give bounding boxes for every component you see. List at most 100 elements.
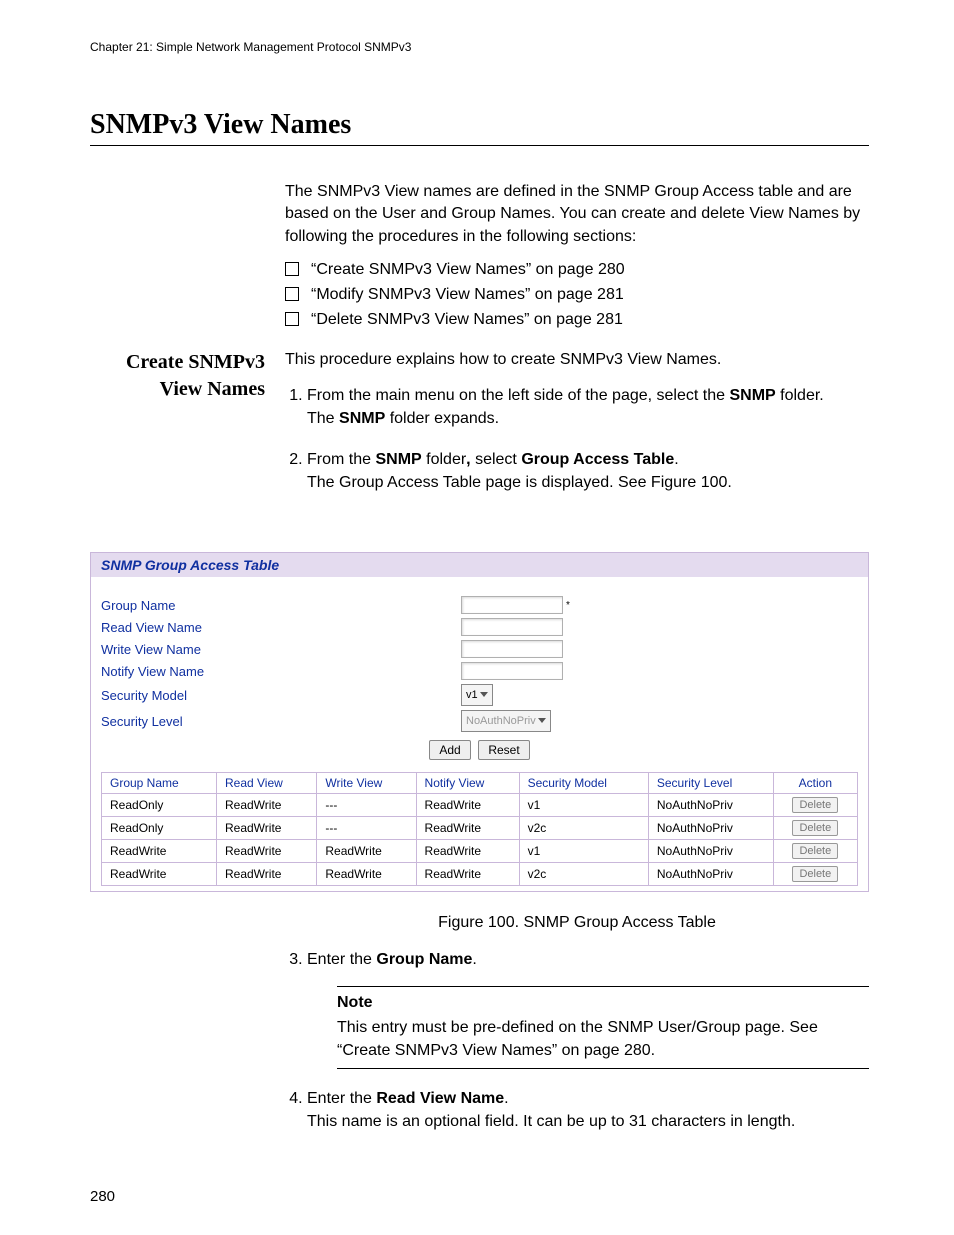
col-security-model: Security Model — [519, 773, 648, 794]
cross-ref-item: “Delete SNMPv3 View Names” on page 281 — [285, 310, 869, 329]
cross-ref-text: “Modify SNMPv3 View Names” on page 281 — [311, 286, 624, 304]
table-cell: ReadWrite — [416, 863, 519, 886]
page-number: 280 — [90, 1188, 115, 1205]
input-group-name[interactable] — [461, 596, 563, 614]
table-cell: ReadWrite — [317, 863, 416, 886]
step-text: folder expands. — [385, 410, 499, 427]
table-cell-action: Delete — [773, 863, 857, 886]
table-cell: --- — [317, 794, 416, 817]
step-text: The — [307, 410, 339, 427]
subsection-intro: This procedure explains how to create SN… — [285, 349, 869, 371]
section-title: SNMPv3 View Names — [90, 109, 869, 141]
intro-paragraph: The SNMPv3 View names are defined in the… — [285, 181, 869, 248]
delete-button[interactable]: Delete — [792, 820, 838, 836]
group-access-table: Group Name Read View Write View Notify V… — [101, 772, 858, 886]
table-cell: NoAuthNoPriv — [648, 863, 773, 886]
table-cell: NoAuthNoPriv — [648, 817, 773, 840]
input-notify-view[interactable] — [461, 662, 563, 680]
table-cell: --- — [317, 817, 416, 840]
table-cell: ReadWrite — [416, 794, 519, 817]
note-rule-bottom — [337, 1068, 869, 1069]
table-cell: ReadOnly — [102, 817, 217, 840]
table-cell: v2c — [519, 863, 648, 886]
input-write-view[interactable] — [461, 640, 563, 658]
table-cell: ReadWrite — [102, 863, 217, 886]
procedure-steps-cont: Enter the Group Name. Note This entry mu… — [285, 948, 869, 1133]
delete-button[interactable]: Delete — [792, 866, 838, 882]
col-write-view: Write View — [317, 773, 416, 794]
table-cell: v1 — [519, 794, 648, 817]
note-rule-top — [337, 986, 869, 987]
table-cell: ReadWrite — [216, 817, 316, 840]
cross-ref-list: “Create SNMPv3 View Names” on page 280 “… — [285, 260, 869, 329]
label-write-view: Write View Name — [101, 642, 461, 657]
table-cell: ReadWrite — [216, 794, 316, 817]
cross-ref-text: “Create SNMPv3 View Names” on page 280 — [311, 261, 625, 279]
col-read-view: Read View — [216, 773, 316, 794]
bold-text: SNMP — [729, 387, 775, 404]
note-text: This entry must be pre-defined on the SN… — [337, 1016, 869, 1062]
table-cell: v1 — [519, 840, 648, 863]
step-text: From the — [307, 451, 375, 468]
step-text: . — [504, 1090, 508, 1107]
step-1: From the main menu on the left side of t… — [307, 384, 869, 430]
table-cell: ReadWrite — [416, 840, 519, 863]
table-row: ReadOnlyReadWrite---ReadWritev2cNoAuthNo… — [102, 817, 858, 840]
table-row: ReadOnlyReadWrite---ReadWritev1NoAuthNoP… — [102, 794, 858, 817]
table-cell-action: Delete — [773, 840, 857, 863]
step-text: folder — [422, 451, 466, 468]
cross-ref-item: “Modify SNMPv3 View Names” on page 281 — [285, 285, 869, 304]
step-text: . — [674, 451, 678, 468]
chapter-header: Chapter 21: Simple Network Management Pr… — [90, 40, 869, 54]
step-text: This name is an optional field. It can b… — [307, 1113, 795, 1130]
table-cell: ReadWrite — [102, 840, 217, 863]
square-bullet-icon — [285, 312, 299, 326]
bold-text: Read View Name — [376, 1090, 504, 1107]
label-group-name: Group Name — [101, 598, 461, 613]
label-security-model: Security Model — [101, 688, 461, 703]
step-3: Enter the Group Name. Note This entry mu… — [307, 948, 869, 1069]
figure-caption: Figure 100. SNMP Group Access Table — [285, 914, 869, 932]
table-cell: ReadWrite — [216, 840, 316, 863]
table-cell: ReadOnly — [102, 794, 217, 817]
bold-text: SNMP — [375, 451, 421, 468]
figure-snmp-group-access-table: SNMP Group Access Table Group Name * Rea… — [90, 552, 869, 892]
table-row: ReadWriteReadWriteReadWriteReadWritev1No… — [102, 840, 858, 863]
label-read-view: Read View Name — [101, 620, 461, 635]
input-read-view[interactable] — [461, 618, 563, 636]
square-bullet-icon — [285, 262, 299, 276]
table-cell: ReadWrite — [216, 863, 316, 886]
col-action: Action — [773, 773, 857, 794]
step-text: From the main menu on the left side of t… — [307, 387, 729, 404]
step-2: From the SNMP folder, select Group Acces… — [307, 448, 869, 494]
figure-title-bar: SNMP Group Access Table — [91, 553, 868, 577]
step-text: folder. — [776, 387, 824, 404]
required-star-icon: * — [566, 600, 570, 611]
step-text: Enter the — [307, 951, 376, 968]
procedure-steps: From the main menu on the left side of t… — [285, 384, 869, 495]
note-block: Note This entry must be pre-defined on t… — [337, 986, 869, 1070]
title-rule — [90, 145, 869, 146]
table-row: ReadWriteReadWriteReadWriteReadWritev2cN… — [102, 863, 858, 886]
cross-ref-text: “Delete SNMPv3 View Names” on page 281 — [311, 311, 623, 329]
note-label: Note — [337, 991, 869, 1014]
bold-text: SNMP — [339, 410, 385, 427]
table-cell: NoAuthNoPriv — [648, 840, 773, 863]
subsection-heading: Create SNMPv3 View Names — [90, 349, 265, 512]
table-cell-action: Delete — [773, 817, 857, 840]
select-security-level[interactable]: NoAuthNoPriv — [461, 710, 551, 732]
delete-button[interactable]: Delete — [792, 843, 838, 859]
delete-button[interactable]: Delete — [792, 797, 838, 813]
reset-button[interactable]: Reset — [478, 740, 529, 760]
label-notify-view: Notify View Name — [101, 664, 461, 679]
table-cell: ReadWrite — [317, 840, 416, 863]
col-security-level: Security Level — [648, 773, 773, 794]
col-group-name: Group Name — [102, 773, 217, 794]
select-security-model[interactable]: v1 — [461, 684, 493, 706]
table-cell: v2c — [519, 817, 648, 840]
step-4: Enter the Read View Name. This name is a… — [307, 1087, 869, 1133]
step-text: . — [472, 951, 476, 968]
step-text: Enter the — [307, 1090, 376, 1107]
add-button[interactable]: Add — [429, 740, 470, 760]
bold-text: Group Name — [376, 951, 472, 968]
